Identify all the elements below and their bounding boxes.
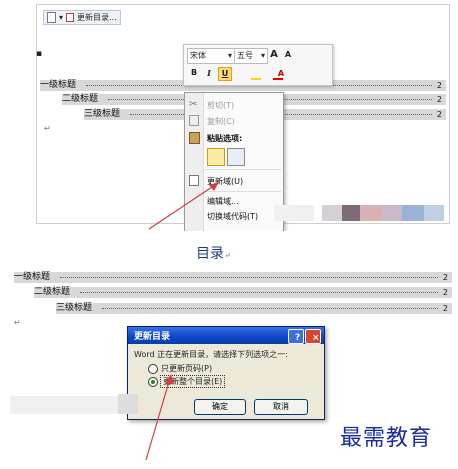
cut-icon: ✂	[189, 99, 198, 110]
blurred-watermark	[402, 205, 424, 221]
toc-page-number: 2	[442, 273, 448, 282]
close-icon: ×	[312, 333, 320, 343]
highlight-button[interactable]	[249, 67, 267, 81]
increase-indent-button[interactable]	[314, 48, 327, 62]
toc-title-text: 目录	[196, 246, 224, 262]
toc-row-level1[interactable]: 一级标题 2	[14, 272, 452, 283]
blurred-watermark	[118, 394, 138, 414]
paragraph-mark: ↵	[14, 318, 21, 327]
cancel-button[interactable]: 取消	[254, 399, 308, 415]
help-icon: ?	[295, 333, 301, 343]
styles-button[interactable]	[313, 67, 327, 81]
chevron-down-icon: ▾	[227, 51, 232, 60]
format-painter-button[interactable]	[294, 67, 310, 81]
copy-icon	[189, 115, 199, 126]
font-color-swatch	[273, 78, 283, 80]
grow-font-icon: A	[270, 49, 278, 60]
font-size-value: 五号	[237, 51, 253, 60]
document-icon	[47, 12, 56, 23]
shrink-font-button[interactable]: A	[282, 48, 294, 62]
toc-text: 三级标题	[56, 303, 93, 313]
toc-page-number: 2	[436, 81, 442, 90]
font-color-icon: A	[277, 69, 285, 78]
leader-dots	[60, 277, 438, 278]
decrease-indent-button[interactable]	[297, 48, 310, 62]
dialog-title: 更新目录	[134, 332, 171, 342]
bold-icon: B	[190, 68, 198, 77]
blurred-watermark	[382, 205, 402, 221]
underline-button[interactable]: U	[218, 67, 232, 81]
red-arrow	[145, 374, 174, 461]
center-align-button[interactable]	[234, 67, 246, 79]
bold-button[interactable]: B	[188, 67, 200, 79]
cancel-label: 取消	[273, 402, 289, 411]
blurred-watermark	[10, 396, 120, 414]
dialog-title-bar[interactable]: 更新目录 ? ×	[128, 327, 324, 344]
blurred-watermark	[360, 205, 382, 221]
red-arrow	[148, 182, 219, 230]
highlight-color-swatch	[251, 78, 261, 80]
blurred-watermark	[322, 205, 342, 221]
font-name-combo[interactable]: 宋体 ▾	[187, 48, 235, 64]
close-button[interactable]: ×	[305, 329, 321, 344]
font-name-value: 宋体	[190, 51, 206, 60]
dropdown-arrow-icon[interactable]: ▾	[59, 13, 63, 22]
font-size-combo[interactable]: 五号 ▾	[234, 48, 268, 64]
toc-row-level3[interactable]: 三级标题 2	[56, 303, 452, 314]
toc-text: 一级标题	[14, 272, 51, 282]
ok-button[interactable]: 确定	[194, 399, 246, 415]
ok-label: 确定	[212, 402, 228, 411]
leader-dots	[102, 308, 438, 309]
help-button[interactable]: ?	[288, 329, 304, 344]
blurred-watermark	[274, 205, 314, 221]
mini-toolbar: 宋体 ▾ 五号 ▾ A A B I U A	[183, 44, 333, 86]
toc-text: 三级标题	[84, 109, 121, 119]
bullet-marker: ▪	[36, 49, 43, 59]
paragraph-mark: ↵	[224, 251, 231, 260]
update-toc-label[interactable]: 更新目录...	[77, 12, 117, 23]
toc-row-level2[interactable]: 二级标题 2	[34, 287, 452, 298]
toc-title: 目录↵	[196, 243, 231, 263]
font-color-button[interactable]: A	[271, 67, 291, 81]
toc-page-number: 2	[442, 304, 448, 313]
menu-item-cut[interactable]: 剪切(T)	[207, 100, 234, 111]
toc-content-control-tab[interactable]: ▾ 更新目录...	[43, 10, 121, 25]
menu-separator	[205, 169, 281, 170]
dialog-prompt: Word 正在更新目录，请选择下列选项之一:	[134, 350, 288, 359]
underline-icon: U	[221, 69, 229, 78]
chevron-down-icon: ▾	[260, 51, 265, 60]
shrink-font-icon: A	[284, 50, 292, 59]
italic-button[interactable]: I	[203, 67, 215, 79]
menu-item-copy[interactable]: 复制(C)	[207, 116, 235, 127]
toc-text: 一级标题	[40, 80, 77, 90]
toc-page-number: 2	[442, 288, 448, 297]
blurred-watermark	[342, 205, 360, 221]
paste-keep-format-icon[interactable]	[207, 148, 225, 166]
brand-logo: 最需教育	[340, 420, 432, 452]
toc-text: 二级标题	[62, 94, 99, 104]
leader-dots	[80, 292, 438, 293]
grow-font-button[interactable]: A	[268, 48, 280, 62]
toc-text: 二级标题	[34, 287, 71, 297]
paste-text-only-icon[interactable]	[227, 148, 245, 166]
toc-page-number: 2	[436, 95, 442, 104]
update-toc-icon	[66, 13, 75, 22]
blurred-watermark	[424, 205, 444, 221]
paragraph-mark: ↵	[44, 124, 51, 133]
italic-icon: I	[207, 68, 211, 78]
toc-page-number: 2	[436, 110, 442, 119]
paste-icon	[189, 132, 200, 144]
menu-item-paste-options: 粘贴选项:	[207, 134, 243, 143]
brand-logo-text: 最需教育	[340, 426, 433, 451]
